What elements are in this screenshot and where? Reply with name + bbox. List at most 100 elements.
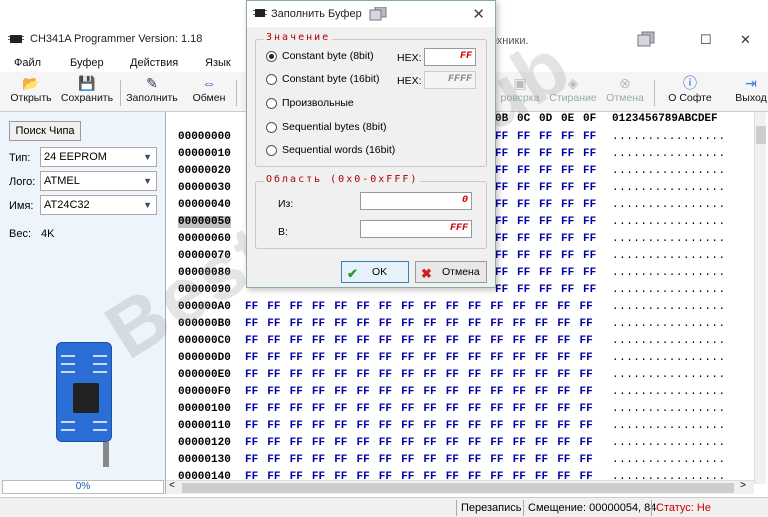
hex-byte[interactable]: FF — [557, 318, 570, 330]
hex-byte[interactable]: FF — [267, 369, 280, 381]
hex-byte[interactable]: FF — [334, 420, 347, 432]
hex-byte[interactable]: FF — [334, 318, 347, 330]
option-random[interactable]: Произвольные — [266, 97, 354, 113]
vertical-scrollbar[interactable] — [754, 112, 766, 484]
hex-byte[interactable]: FF — [267, 420, 280, 432]
cancel-op-button[interactable]: ⊗ Отмена — [606, 74, 644, 110]
hex-byte[interactable]: FF — [539, 182, 552, 194]
hex-byte[interactable]: FF — [379, 318, 392, 330]
hex-byte[interactable]: FF — [557, 335, 570, 347]
hex-byte[interactable]: FF — [557, 403, 570, 415]
hex-byte[interactable]: FF — [446, 369, 459, 381]
hex-byte[interactable]: FF — [245, 369, 258, 381]
hex-byte[interactable]: FF — [490, 369, 503, 381]
to-input[interactable]: FFF — [360, 220, 472, 238]
hex-byte[interactable]: FF — [517, 250, 530, 262]
hex-byte[interactable]: FF — [539, 148, 552, 160]
hex-row[interactable]: 00000100 FF FF FF FF FF FF FF FF FF FF FF FF FF FF FF FF… — [166, 402, 756, 419]
hex-byte[interactable]: FF — [357, 386, 370, 398]
hex-byte[interactable]: FF — [267, 335, 280, 347]
hex-byte[interactable]: FF — [561, 284, 574, 296]
hex-byte[interactable]: FF — [557, 369, 570, 381]
hex-byte[interactable]: FF — [513, 386, 526, 398]
hex-byte[interactable]: FF — [401, 352, 414, 364]
hex-byte[interactable]: FF — [490, 386, 503, 398]
hex-byte[interactable]: FF — [583, 233, 596, 245]
hex-byte[interactable]: FF — [535, 352, 548, 364]
hex-byte[interactable]: FF — [267, 403, 280, 415]
hex-byte[interactable]: FF — [517, 148, 530, 160]
hex-byte[interactable]: FF — [290, 454, 303, 466]
hex-byte[interactable]: FF — [583, 250, 596, 262]
hex-byte[interactable]: FF — [334, 403, 347, 415]
hex-byte[interactable]: FF — [357, 335, 370, 347]
hex8-input[interactable]: FF — [424, 48, 476, 66]
cancel-button[interactable]: ✖ Отмена — [415, 261, 487, 283]
from-input[interactable]: 0 — [360, 192, 472, 210]
scroll-right-icon[interactable]: > — [740, 481, 746, 492]
hex-byte[interactable]: FF — [490, 301, 503, 313]
hex-byte[interactable]: FF — [334, 437, 347, 449]
hex-byte[interactable]: FF — [379, 335, 392, 347]
hex-byte[interactable]: FF — [290, 301, 303, 313]
type-select[interactable]: 24 EEPROM ▼ — [40, 147, 157, 167]
hex-byte[interactable]: FF — [561, 216, 574, 228]
hex-byte[interactable]: FF — [245, 454, 258, 466]
hex-byte[interactable]: FF — [490, 437, 503, 449]
hex-byte[interactable]: FF — [561, 199, 574, 211]
hex-byte[interactable]: FF — [583, 216, 596, 228]
hex-byte[interactable]: FF — [423, 352, 436, 364]
hex-byte[interactable]: FF — [517, 267, 530, 279]
hex-byte[interactable]: FF — [245, 318, 258, 330]
hex-byte[interactable]: FF — [535, 369, 548, 381]
hex-byte[interactable]: FF — [379, 301, 392, 313]
hex-byte[interactable]: FF — [468, 352, 481, 364]
hex-byte[interactable]: FF — [423, 454, 436, 466]
hex-byte[interactable]: FF — [561, 250, 574, 262]
scroll-left-icon[interactable]: < — [169, 481, 175, 492]
menu-language[interactable]: Язык — [205, 57, 231, 69]
hex-byte[interactable]: FF — [557, 437, 570, 449]
hex-byte[interactable]: FF — [312, 335, 325, 347]
hex-byte[interactable]: FF — [312, 420, 325, 432]
hex-byte[interactable]: FF — [535, 403, 548, 415]
hex16-input[interactable]: FFFF — [424, 71, 476, 89]
hex-byte[interactable]: FF — [379, 352, 392, 364]
radio[interactable] — [266, 144, 277, 156]
hex-byte[interactable]: FF — [401, 420, 414, 432]
save-button[interactable]: 💾 Сохранить — [60, 74, 114, 110]
close-button[interactable]: ✕ — [740, 32, 751, 48]
hex-byte[interactable]: FF — [517, 199, 530, 211]
hex-byte[interactable]: FF — [539, 267, 552, 279]
hex-byte[interactable]: FF — [245, 352, 258, 364]
hex-byte[interactable]: FF — [580, 352, 593, 364]
hex-byte[interactable]: FF — [401, 301, 414, 313]
option-byte8[interactable]: Constant byte (8bit) — [266, 50, 374, 66]
hex-byte[interactable]: FF — [495, 182, 508, 194]
hex-byte[interactable]: FF — [446, 403, 459, 415]
hex-byte[interactable]: FF — [446, 335, 459, 347]
hex-byte[interactable]: FF — [490, 318, 503, 330]
hex-byte[interactable]: FF — [423, 386, 436, 398]
hex-byte[interactable]: FF — [539, 233, 552, 245]
hex-byte[interactable]: FF — [513, 301, 526, 313]
hex-byte[interactable]: FF — [446, 454, 459, 466]
option-seq-bytes[interactable]: Sequential bytes (8bit) — [266, 121, 386, 137]
hex-byte[interactable]: FF — [446, 352, 459, 364]
hex-byte[interactable]: FF — [535, 420, 548, 432]
hex-byte[interactable]: FF — [513, 318, 526, 330]
dialog-close-icon[interactable]: ✕ — [472, 5, 485, 23]
hex-byte[interactable]: FF — [423, 335, 436, 347]
hex-byte[interactable]: FF — [539, 284, 552, 296]
hex-byte[interactable]: FF — [539, 199, 552, 211]
hex-byte[interactable]: FF — [357, 420, 370, 432]
hex-byte[interactable]: FF — [357, 454, 370, 466]
hex-byte[interactable]: FF — [495, 199, 508, 211]
hex-byte[interactable]: FF — [245, 437, 258, 449]
maximize-button[interactable]: ☐ — [700, 32, 712, 48]
hex-byte[interactable]: FF — [290, 403, 303, 415]
hex-byte[interactable]: FF — [535, 301, 548, 313]
vendor-select[interactable]: ATMEL ▼ — [40, 171, 157, 191]
menu-file[interactable]: Файл — [14, 57, 41, 69]
hex-byte[interactable]: FF — [290, 318, 303, 330]
